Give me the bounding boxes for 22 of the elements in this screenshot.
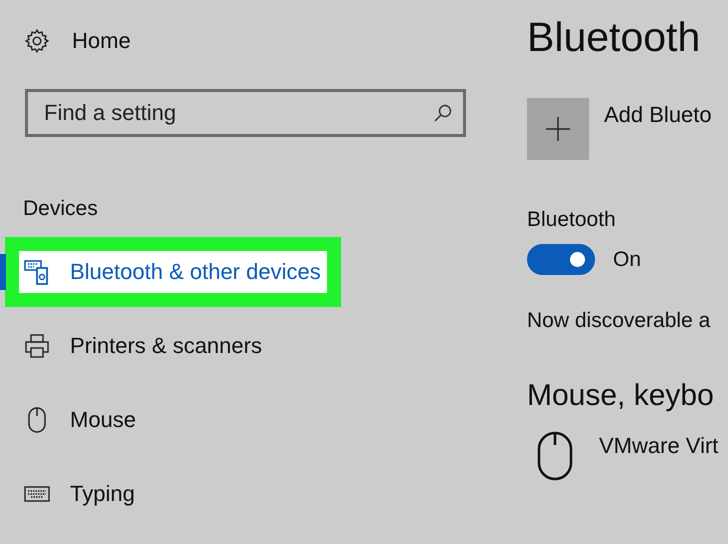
- printer-icon: [24, 333, 50, 359]
- page-title: Bluetooth: [527, 14, 702, 62]
- nav-item[interactable]: Bluetooth & other devices: [19, 251, 327, 293]
- nav-item[interactable]: Typing: [19, 473, 141, 515]
- device-name[interactable]: VMware Virt: [599, 431, 718, 459]
- toggle-switch[interactable]: [527, 244, 595, 275]
- search-icon: [433, 103, 453, 123]
- nav-item[interactable]: Printers & scanners: [19, 325, 268, 367]
- plus-icon: [546, 117, 570, 141]
- section-heading: Mouse, keybo: [527, 379, 715, 413]
- search-field[interactable]: Find a setting: [25, 89, 466, 137]
- nav-item[interactable]: Mouse: [19, 399, 142, 441]
- keyboard-speaker-icon: [24, 258, 50, 286]
- settings-icon: [24, 28, 50, 54]
- setting-label: Bluetooth: [527, 208, 617, 232]
- mouse-icon: [537, 431, 573, 481]
- status-text: Now discoverable a: [527, 309, 712, 333]
- add-device-label[interactable]: Add Blueto: [604, 98, 712, 130]
- keyboard-icon: [24, 486, 50, 502]
- home-link[interactable]: Home: [0, 26, 500, 56]
- section-heading: Devices: [23, 197, 99, 222]
- toggle-state: On: [613, 248, 642, 272]
